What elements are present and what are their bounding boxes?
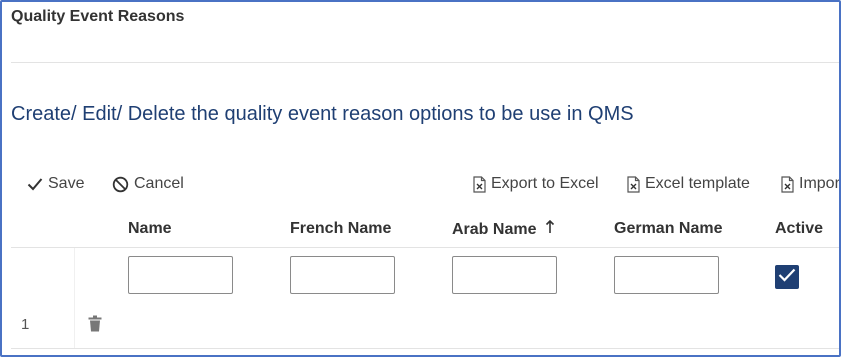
cancel-button[interactable]: Cancel — [112, 175, 184, 193]
name-input[interactable] — [128, 256, 233, 294]
excel-template-button[interactable]: Excel template — [627, 175, 750, 193]
excel-file-icon — [781, 175, 794, 193]
row-divider — [11, 348, 839, 349]
active-checkbox[interactable] — [775, 265, 799, 289]
column-header-german-name-label: German Name — [614, 220, 723, 237]
column-header-name-label: Name — [128, 220, 172, 237]
title-divider — [11, 62, 839, 63]
delete-row-button[interactable] — [88, 315, 102, 337]
trash-icon — [88, 315, 102, 336]
export-label: Export to Excel — [491, 175, 599, 192]
cancel-circle-icon — [112, 176, 129, 193]
checkmark-icon — [27, 177, 43, 191]
panel-subtitle: Create/ Edit/ Delete the quality event r… — [11, 103, 634, 125]
german-name-input[interactable] — [614, 256, 719, 294]
excel-file-icon — [473, 175, 486, 193]
panel-title: Quality Event Reasons — [11, 8, 185, 25]
header-divider — [11, 247, 839, 248]
save-button[interactable]: Save — [27, 175, 84, 193]
column-header-active[interactable]: Active — [775, 220, 823, 238]
cancel-label: Cancel — [134, 175, 184, 192]
column-header-french-name-label: French Name — [290, 220, 392, 237]
row-number: 1 — [21, 316, 30, 333]
quality-event-reasons-panel: Quality Event Reasons Create/ Edit/ Dele… — [0, 0, 841, 357]
arrow-up-icon — [545, 219, 555, 239]
column-header-french-name[interactable]: French Name — [290, 220, 391, 238]
export-to-excel-button[interactable]: Export to Excel — [473, 175, 599, 193]
french-name-input[interactable] — [290, 256, 395, 294]
save-label: Save — [48, 175, 85, 192]
column-header-arab-name-label: Arab Name — [452, 220, 537, 238]
checkmark-icon — [778, 268, 796, 287]
template-label: Excel template — [645, 175, 750, 192]
import-label: Impor — [799, 175, 840, 192]
column-header-name[interactable]: Name — [128, 220, 172, 238]
arab-name-input[interactable] — [452, 256, 557, 294]
column-header-active-label: Active — [775, 220, 824, 237]
column-header-arab-name[interactable]: Arab Name — [452, 219, 555, 239]
excel-file-icon — [627, 175, 640, 193]
import-button[interactable]: Impor — [781, 175, 840, 193]
column-header-german-name[interactable]: German Name — [614, 220, 723, 238]
column-separator — [74, 248, 75, 348]
